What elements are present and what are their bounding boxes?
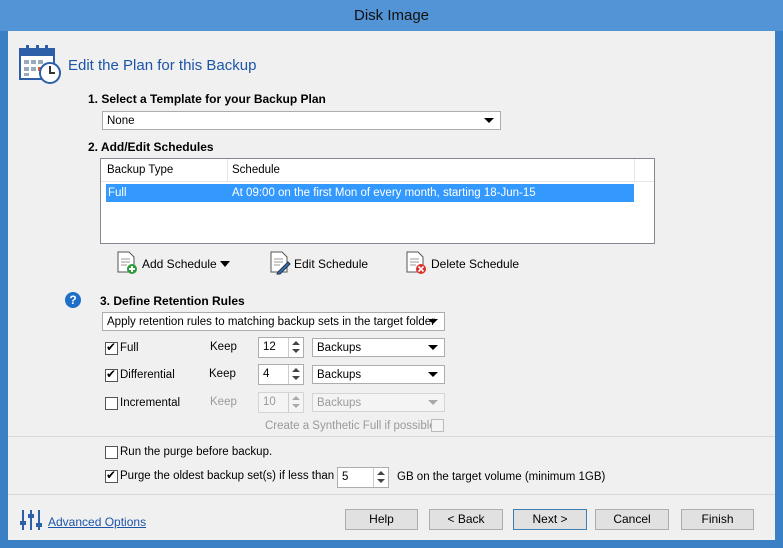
run-purge-before-checkbox[interactable] (105, 446, 118, 459)
differential-label: Differential (120, 369, 175, 381)
schedules-list-header: Backup Type Schedule (101, 159, 654, 182)
differential-unit-value: Backups (317, 369, 362, 381)
template-select-value: None (107, 115, 135, 127)
divider (8, 494, 775, 495)
purge-oldest-checkbox[interactable] (105, 468, 118, 483)
purge-gb-suffix: GB on the target volume (minimum 1GB) (397, 471, 606, 483)
back-button[interactable]: < Back (429, 509, 503, 530)
add-schedule-button[interactable]: Add Schedule (142, 257, 217, 271)
column-header-backup-type[interactable]: Backup Type (107, 159, 173, 181)
edit-schedule-button[interactable]: Edit Schedule (294, 257, 368, 271)
retention-mode-value: Apply retention rules to matching backup… (107, 316, 435, 328)
cancel-button[interactable]: Cancel (595, 509, 669, 530)
full-keep-label: Keep (210, 341, 237, 353)
stepper-arrows-icon[interactable] (288, 393, 303, 412)
stepper-arrows-icon[interactable] (288, 365, 303, 384)
add-schedule-icon[interactable] (116, 251, 138, 275)
differential-count-stepper[interactable]: 4 (258, 364, 304, 385)
column-header-schedule[interactable]: Schedule (232, 159, 280, 181)
delete-schedule-icon[interactable] (405, 251, 427, 275)
full-count-stepper[interactable]: 12 (258, 337, 304, 358)
full-unit-value: Backups (317, 342, 362, 354)
incremental-unit-select[interactable]: Backups (312, 393, 445, 412)
dialog-body: Edit the Plan for this Backup 1. Select … (8, 31, 775, 540)
chevron-down-icon (428, 372, 438, 377)
retention-section-heading: 3. Define Retention Rules (100, 294, 245, 308)
incremental-label: Incremental (120, 397, 181, 409)
column-divider (634, 159, 635, 181)
chevron-down-icon (428, 400, 438, 405)
page-title: Edit the Plan for this Backup (68, 57, 257, 74)
chevron-down-icon (428, 319, 438, 324)
schedules-list[interactable]: Backup Type Schedule Full At 09:00 on th… (100, 158, 655, 244)
calendar-clock-icon (18, 43, 62, 85)
add-schedule-dropdown-icon[interactable] (220, 261, 230, 267)
incremental-unit-value: Backups (317, 397, 362, 409)
window-titlebar[interactable]: Disk Image (0, 0, 783, 31)
synthetic-full-label: Create a Synthetic Full if possible (265, 420, 436, 432)
template-select[interactable]: None (102, 111, 501, 130)
purge-gb-value: 5 (342, 471, 349, 483)
full-label: Full (120, 342, 139, 354)
advanced-options-icon[interactable] (19, 509, 43, 531)
table-row[interactable]: Full At 09:00 on the first Mon of every … (106, 184, 634, 202)
chevron-down-icon (484, 118, 494, 123)
incremental-count-value: 10 (263, 396, 276, 408)
full-checkbox[interactable] (105, 340, 118, 355)
window-title: Disk Image (353, 7, 430, 24)
purge-gb-stepper[interactable]: 5 (337, 467, 389, 488)
incremental-count-stepper[interactable]: 10 (258, 392, 304, 413)
template-section-heading: 1. Select a Template for your Backup Pla… (88, 92, 326, 106)
differential-checkbox[interactable] (105, 367, 118, 382)
incremental-checkbox[interactable] (105, 397, 118, 410)
full-unit-select[interactable]: Backups (312, 338, 445, 357)
next-button[interactable]: Next > (513, 509, 587, 530)
differential-unit-select[interactable]: Backups (312, 365, 445, 384)
differential-count-value: 4 (263, 368, 270, 380)
help-icon[interactable]: ? (65, 292, 81, 308)
chevron-down-icon (428, 345, 438, 350)
divider (8, 436, 775, 437)
incremental-keep-label: Keep (210, 396, 237, 408)
finish-button[interactable]: Finish (681, 509, 754, 530)
help-button[interactable]: Help (345, 509, 418, 530)
row-schedule: At 09:00 on the first Mon of every month… (232, 187, 536, 199)
full-count-value: 12 (263, 341, 276, 353)
differential-keep-label: Keep (209, 368, 236, 380)
schedules-section-heading: 2. Add/Edit Schedules (88, 140, 214, 154)
row-backup-type: Full (108, 187, 127, 199)
synthetic-full-checkbox[interactable] (431, 419, 444, 432)
stepper-arrows-icon[interactable] (373, 468, 388, 487)
delete-schedule-button[interactable]: Delete Schedule (431, 257, 519, 271)
edit-schedule-icon[interactable] (269, 251, 291, 275)
retention-mode-select[interactable]: Apply retention rules to matching backup… (102, 312, 445, 331)
column-divider (227, 159, 228, 181)
purge-oldest-label: Purge the oldest backup set(s) if less t… (120, 470, 335, 482)
run-purge-before-label: Run the purge before backup. (120, 446, 273, 458)
stepper-arrows-icon[interactable] (288, 338, 303, 357)
advanced-options-link[interactable]: Advanced Options (48, 515, 146, 529)
